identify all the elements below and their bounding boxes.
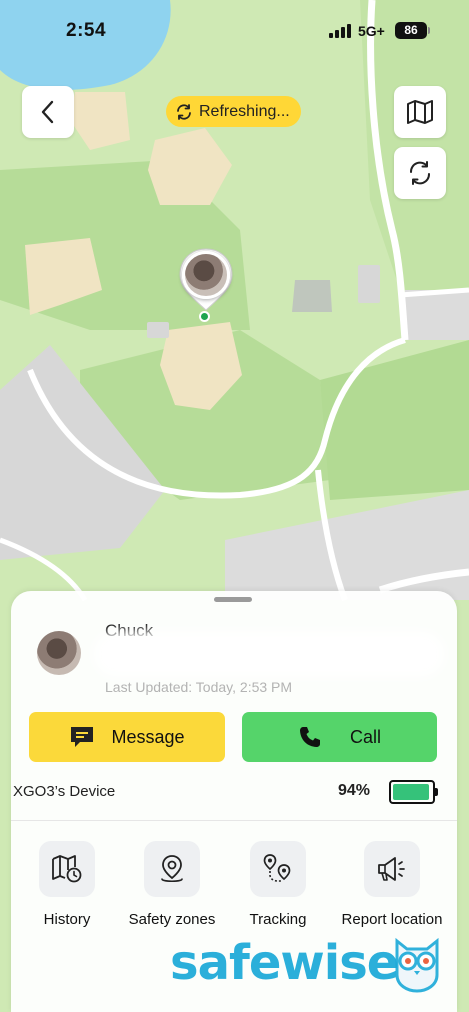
device-row: XGO3’s Device 94% (0, 779, 446, 805)
status-time: 2:54 (66, 20, 107, 41)
safety-zones-tile[interactable] (144, 841, 200, 897)
call-button[interactable]: Call (242, 712, 437, 762)
megaphone-icon (378, 857, 405, 881)
network-type: 5G+ (358, 23, 385, 39)
phone-icon (299, 727, 320, 747)
history-label: History (43, 911, 91, 928)
call-label: Call (349, 726, 381, 747)
map-history-icon (52, 855, 82, 883)
owl-logo-icon (395, 937, 439, 993)
location-dot (199, 311, 210, 322)
sheet-grabber[interactable] (214, 597, 252, 602)
device-name: XGO3’s Device (13, 783, 116, 800)
report-location-action[interactable]: Report location (337, 841, 447, 931)
pin-avatar (182, 251, 230, 299)
device-battery-fill (393, 784, 429, 800)
route-icon (263, 854, 291, 882)
safety-zones-label: Safety zones (128, 911, 216, 928)
last-updated: Last Updated: Today, 2:53 PM (105, 679, 293, 695)
safety-zones-action[interactable]: Safety zones (117, 841, 227, 931)
avatar (37, 631, 81, 675)
chevron-left-icon (41, 100, 54, 124)
refresh-icon (177, 103, 191, 120)
map-icon (407, 100, 433, 124)
refresh-status-pill: Refreshing... (166, 96, 301, 127)
watermark-text: safewise (170, 935, 399, 991)
refresh-status-label: Refreshing... (199, 102, 290, 120)
history-tile[interactable] (39, 841, 95, 897)
map-type-button[interactable] (394, 86, 446, 138)
action-bar: History Safety zones Tracking Report loc… (11, 841, 457, 931)
report-location-tile[interactable] (364, 841, 420, 897)
message-label: Message (111, 726, 185, 747)
message-icon (71, 727, 94, 747)
refresh-location-button[interactable] (394, 147, 446, 199)
back-button[interactable] (22, 86, 74, 138)
cellular-signal-icon (329, 24, 353, 38)
report-location-label: Report location (341, 911, 443, 928)
battery-icon: 86 (395, 22, 430, 39)
divider (11, 820, 457, 821)
safewise-watermark: safewise (170, 935, 445, 997)
device-battery-icon (389, 780, 438, 804)
tracking-label: Tracking (249, 911, 307, 928)
address-redacted (101, 639, 437, 669)
contact-name: Chuck (105, 621, 154, 640)
sync-icon (409, 161, 431, 185)
history-action[interactable]: History (12, 841, 122, 931)
tracking-action[interactable]: Tracking (223, 841, 333, 931)
message-button[interactable]: Message (29, 712, 225, 762)
tracking-tile[interactable] (250, 841, 306, 897)
location-pin[interactable] (178, 248, 234, 322)
location-pin-icon (161, 855, 183, 883)
device-battery-percent: 94% (338, 782, 371, 799)
status-bar: 2:54 5G+ 86 (0, 0, 469, 62)
